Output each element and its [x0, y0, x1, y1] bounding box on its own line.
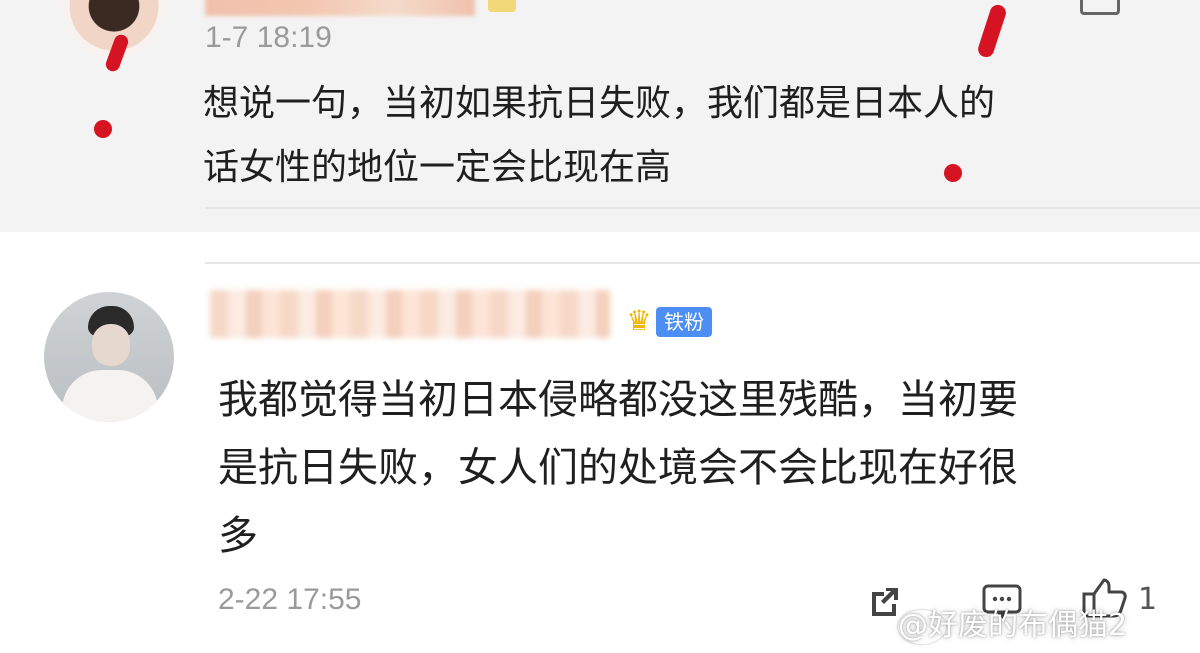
divider	[205, 207, 1200, 209]
avatar-face	[92, 324, 130, 366]
like-count: 1	[1138, 582, 1158, 617]
avatar-shirt	[62, 370, 158, 422]
comment-text: 我都觉得当初日本侵略都没这里残酷，当初要 是抗日失败，女人们的处境会不会比现在好…	[218, 377, 1018, 559]
fan-badge: 铁粉	[656, 307, 712, 337]
comment-time: 1-7 18:19	[205, 21, 332, 54]
red-annotation-dot	[94, 120, 112, 138]
avatar[interactable]	[44, 292, 174, 422]
divider	[205, 262, 1200, 264]
comment-time: 2-22 17:55	[218, 583, 362, 616]
comment-text: 想说一句，当初如果抗日失败，我们都是日本人的 话女性的地位一定会比现在高	[203, 83, 996, 188]
watermark-text: @好废的布偶猫2	[898, 608, 1128, 643]
red-annotation-dot	[944, 164, 962, 182]
username-blurred	[205, 0, 475, 16]
menu-icon[interactable]	[1080, 0, 1120, 15]
badge-icon	[488, 0, 516, 12]
username-blurred	[210, 290, 610, 338]
crown-icon: ♛	[626, 304, 652, 337]
